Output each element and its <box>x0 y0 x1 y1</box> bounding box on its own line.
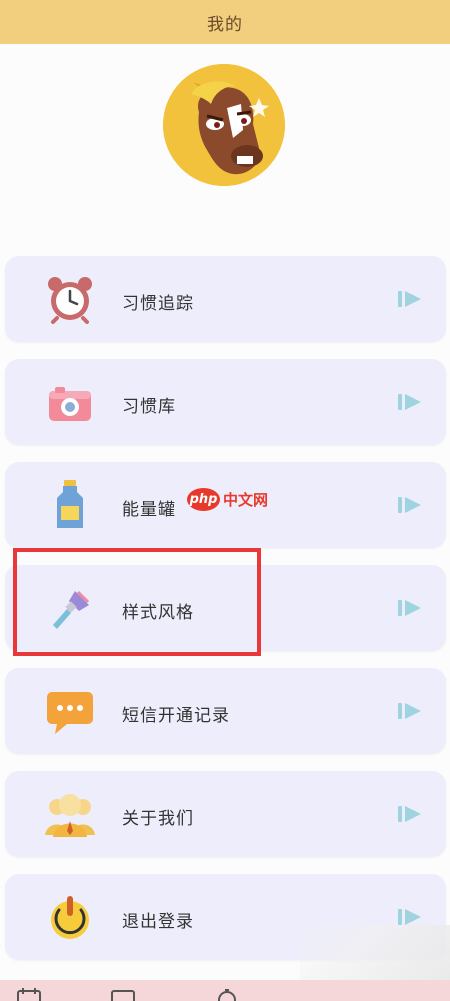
power-icon <box>45 892 95 942</box>
play-arrow-icon <box>398 804 422 824</box>
menu-item-label: 能量罐 <box>122 500 176 520</box>
page-title: 我的 <box>207 14 243 35</box>
play-arrow-icon <box>398 907 422 927</box>
watermark-text: 中文网 <box>223 491 269 509</box>
avatar[interactable] <box>163 64 285 186</box>
play-arrow-icon <box>398 598 422 618</box>
list-tab-icon[interactable] <box>110 988 136 1001</box>
menu-item-label: 习惯追踪 <box>122 294 194 314</box>
bottom-tab-bar <box>0 980 450 1001</box>
menu-item-label: 关于我们 <box>122 809 194 829</box>
camera-icon <box>45 377 95 427</box>
play-arrow-icon <box>398 289 422 309</box>
timer-tab-icon[interactable] <box>214 988 240 1001</box>
calendar-tab-icon[interactable] <box>16 988 42 1001</box>
menu-item-sms-records[interactable]: 短信开通记录 <box>5 668 446 754</box>
menu-item-habit-tracking[interactable]: 习惯追踪 <box>5 256 446 342</box>
play-arrow-icon <box>398 701 422 721</box>
menu-item-label: 短信开通记录 <box>122 706 230 726</box>
play-arrow-icon <box>398 392 422 412</box>
menu-item-habit-library[interactable]: 习惯库 <box>5 359 446 445</box>
watermark-logo: php <box>187 488 220 511</box>
alarm-clock-icon <box>45 274 95 324</box>
menu-item-label: 退出登录 <box>122 912 194 932</box>
bottle-icon <box>45 480 95 530</box>
menu-item-label: 习惯库 <box>122 397 176 417</box>
message-bubble-icon <box>45 686 95 736</box>
header-bar: 我的 <box>0 0 450 44</box>
watermark: php 中文网 <box>187 488 268 511</box>
play-arrow-icon <box>398 495 422 515</box>
team-icon <box>45 789 95 839</box>
horse-avatar-icon <box>163 64 285 186</box>
highlight-box <box>13 548 261 656</box>
menu-item-about-us[interactable]: 关于我们 <box>5 771 446 857</box>
